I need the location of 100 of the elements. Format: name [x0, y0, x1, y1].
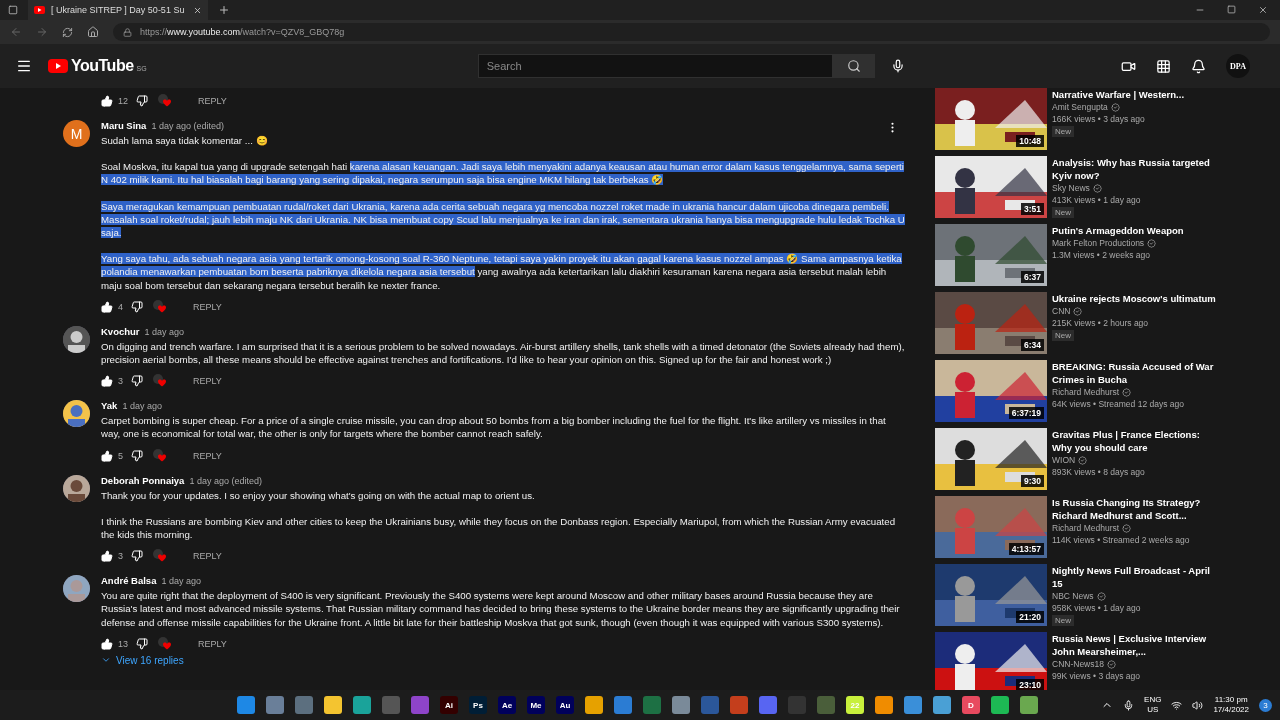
wifi-icon[interactable] — [1171, 699, 1183, 711]
dislike-button[interactable] — [131, 375, 143, 388]
apps-icon[interactable] — [1156, 58, 1171, 74]
comment-text: On digging and trench warfare. I am surprised that it is a serious problem to be solved nowadays. Air-burst artillery shells, tank shells with a timed detonator (the Soviets already had them), precision aerial bombs, all these means should be effective against trenches and fortifications. I'd like to hear your opinion on this. Signed up for the fair and honest work ;) — [101, 339, 905, 367]
dislike-button[interactable] — [131, 300, 143, 313]
video-title[interactable]: Gravitas Plus | France Elections: Why you should care — [1052, 428, 1222, 454]
close-icon[interactable] — [1258, 5, 1268, 15]
taskbar-app-icon[interactable]: Ae — [498, 696, 516, 714]
refresh-icon[interactable] — [62, 26, 73, 38]
channel-name[interactable]: CNN — [1052, 305, 1071, 317]
video-stats: 114K views • Streamed 2 weeks ago — [1052, 534, 1191, 546]
video-duration: 6:37:19 — [1008, 407, 1044, 419]
verified-icon — [1096, 591, 1106, 601]
like-count: 13 — [118, 638, 128, 649]
video-duration: 6:37 — [1021, 271, 1044, 283]
volume-icon[interactable] — [1192, 699, 1204, 711]
notification-badge[interactable]: 3 — [1259, 698, 1272, 712]
keyboard-region[interactable]: US — [1147, 705, 1159, 715]
reply-button[interactable]: REPLY — [189, 299, 226, 314]
taskbar-app-icon[interactable]: D — [962, 696, 980, 714]
view-replies-button[interactable]: View 16 replies — [101, 654, 905, 666]
home-icon[interactable] — [87, 26, 99, 38]
video-stats: 215K views • 2 hours ago — [1052, 317, 1150, 329]
channel-name[interactable]: Richard Medhurst — [1052, 386, 1120, 398]
video-title[interactable]: BREAKING: Russia Accused of War Crimes in Bucha — [1052, 360, 1222, 386]
video-title[interactable]: Is Russia Changing Its Strategy? Richard Medhurst and Scott... — [1052, 496, 1222, 522]
like-button[interactable] — [101, 375, 113, 388]
taskbar-app-icon[interactable]: Me — [527, 696, 545, 714]
video-title[interactable]: Narrative Warfare | Western... — [1052, 88, 1222, 101]
address-bar[interactable]: https://www.youtube.com/watch?v=QZV8_GBQ78g — [113, 23, 1270, 41]
clock-date[interactable]: 17/4/2022 — [1213, 705, 1249, 715]
mic-icon — [890, 59, 905, 73]
comment-text: Sudah lama saya tidak komentar ... 😊 — [101, 134, 269, 148]
comment-time[interactable]: 1 day ago — [161, 576, 201, 587]
video-stats: 166K views • 3 days ago — [1052, 113, 1146, 125]
comment-time[interactable]: 1 day ago — [122, 401, 162, 412]
language-code[interactable]: ENG — [1144, 695, 1162, 705]
dislike-button[interactable] — [136, 637, 148, 650]
comment-time[interactable]: 1 day ago (edited) — [151, 121, 224, 131]
taskbar-app-icon[interactable]: Ps — [469, 696, 487, 714]
channel-name[interactable]: CNN-News18 — [1052, 658, 1104, 670]
channel-name[interactable]: Sky News — [1052, 182, 1090, 194]
comment-author[interactable]: Yak — [101, 400, 118, 412]
like-button[interactable] — [101, 550, 113, 563]
logo-text[interactable]: YouTube — [71, 57, 134, 75]
comment-author[interactable]: Kvochur — [101, 325, 140, 337]
channel-name[interactable]: Mark Felton Productions — [1052, 237, 1145, 249]
clock-time[interactable]: 11:30 pm — [1214, 695, 1248, 705]
like-button[interactable] — [101, 449, 113, 462]
comment-time[interactable]: 1 day ago — [144, 326, 185, 337]
dislike-button[interactable] — [131, 449, 143, 462]
like-button[interactable] — [101, 95, 113, 107]
verified-icon — [1092, 183, 1102, 193]
comment-author[interactable]: Deborah Ponnaiya — [101, 474, 185, 486]
video-title[interactable]: Ukraine rejects Moscow's ultimatum — [1052, 292, 1222, 305]
video-title[interactable]: Nightly News Full Broadcast - April 15 — [1052, 564, 1222, 590]
taskbar-app-icon[interactable]: Ai — [440, 696, 458, 714]
channel-name[interactable]: Amit Sengupta — [1052, 101, 1108, 113]
dislike-button[interactable] — [131, 550, 143, 563]
reply-button[interactable]: REPLY — [189, 374, 226, 389]
search-field[interactable]: Search — [477, 54, 833, 78]
video-duration: 3:51 — [1021, 203, 1044, 215]
menu-icon[interactable] — [16, 58, 32, 74]
verified-icon — [1147, 238, 1157, 248]
taskbar-app-icon[interactable]: Au — [556, 696, 574, 714]
browser-tab[interactable]: [ Ukraine SITREP ] Day 50-51 Su — [28, 0, 208, 20]
verified-icon — [1106, 659, 1116, 669]
maximize-icon[interactable] — [1227, 5, 1236, 14]
channel-name[interactable]: NBC News — [1052, 590, 1094, 602]
comment-author[interactable]: André Balsa — [101, 575, 157, 587]
video-duration: 9:30 — [1021, 475, 1044, 487]
channel-name[interactable]: Richard Medhurst — [1052, 522, 1120, 534]
account-avatar[interactable]: DPA — [1226, 54, 1250, 78]
comment-author[interactable]: Maru Sina — [101, 120, 147, 131]
video-title[interactable]: Putin's Armageddon Weapon — [1052, 224, 1222, 237]
video-stats: 893K views • 8 days ago — [1052, 466, 1146, 478]
video-stats: 99K views • 3 days ago — [1052, 670, 1142, 682]
channel-name[interactable]: WION — [1052, 454, 1076, 466]
video-title[interactable]: Russia News | Exclusive Interview John Mearsheimer,... — [1052, 632, 1222, 658]
mic-icon[interactable] — [1123, 699, 1135, 711]
new-badge: New — [1052, 330, 1074, 341]
search-button[interactable] — [832, 54, 875, 78]
comment-text: Soal Moskva, itu kapal tua yang di upgrade setengah hati karena alasan keuangan. Jadi saya lebih menyakini adanya keausan atau human error dalam kasus tenggelamnya, sama seperti N 402 milik kami. Itu hal biasalah bagi barang yang sering dipakai, negara serumpun saja bisa engine MKM hilang tak berbekas 🤣 — [101, 160, 905, 187]
reply-button[interactable]: REPLY — [194, 636, 231, 651]
video-title[interactable]: Analysis: Why has Russia targeted Kyiv now? — [1052, 156, 1222, 182]
tab-actions-icon[interactable] — [8, 5, 18, 15]
new-badge: New — [1052, 126, 1074, 137]
like-count: 3 — [118, 551, 123, 562]
notifications-icon[interactable] — [1191, 58, 1206, 74]
reply-button[interactable]: REPLY — [189, 549, 226, 564]
close-icon[interactable] — [193, 5, 202, 15]
reply-button[interactable]: REPLY — [189, 448, 226, 463]
like-button[interactable] — [101, 300, 113, 313]
like-button[interactable] — [101, 637, 113, 650]
comment-time[interactable]: 1 day ago (edited) — [189, 475, 262, 486]
new-tab-icon[interactable] — [218, 4, 230, 16]
reply-button[interactable]: REPLY — [194, 94, 231, 108]
like-count: 5 — [118, 450, 123, 461]
video-stats: 64K views • Streamed 12 days ago — [1052, 398, 1185, 410]
dislike-button[interactable] — [136, 95, 148, 107]
